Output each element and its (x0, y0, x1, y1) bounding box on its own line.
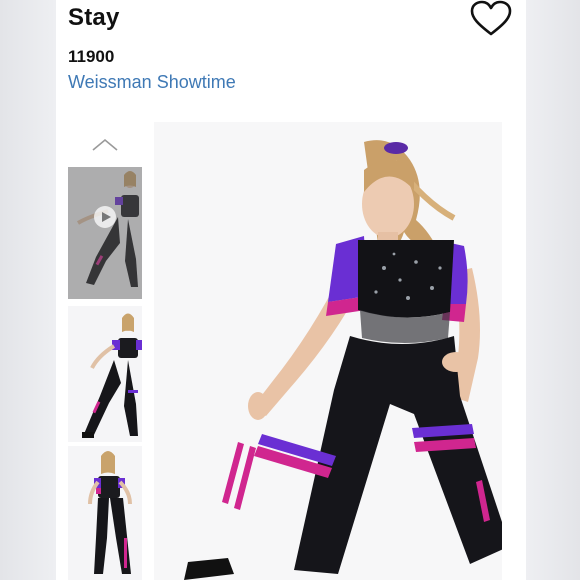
gallery-up-button[interactable] (90, 136, 120, 154)
main-product-image[interactable] (154, 122, 502, 580)
gallery-thumbnail-back[interactable] (68, 446, 142, 580)
gallery-thumbnail-front[interactable] (68, 306, 142, 442)
gallery-thumbnail-video[interactable] (68, 167, 142, 299)
chevron-up-icon (92, 138, 118, 151)
heart-outline-icon (470, 0, 512, 36)
product-sku: 11900 (68, 47, 115, 66)
product-photo (154, 122, 502, 580)
thumbnail-image (68, 446, 142, 580)
backdrop-right (526, 0, 580, 580)
product-page: Stay 11900 Weissman Showtime (56, 0, 526, 580)
favorite-button[interactable] (469, 0, 513, 38)
video-overlay (68, 167, 142, 299)
product-title: Stay (68, 4, 120, 31)
backdrop-left (0, 0, 56, 580)
thumbnail-image (68, 306, 142, 442)
play-icon (94, 206, 116, 228)
brand-link[interactable]: Weissman Showtime (68, 72, 236, 93)
